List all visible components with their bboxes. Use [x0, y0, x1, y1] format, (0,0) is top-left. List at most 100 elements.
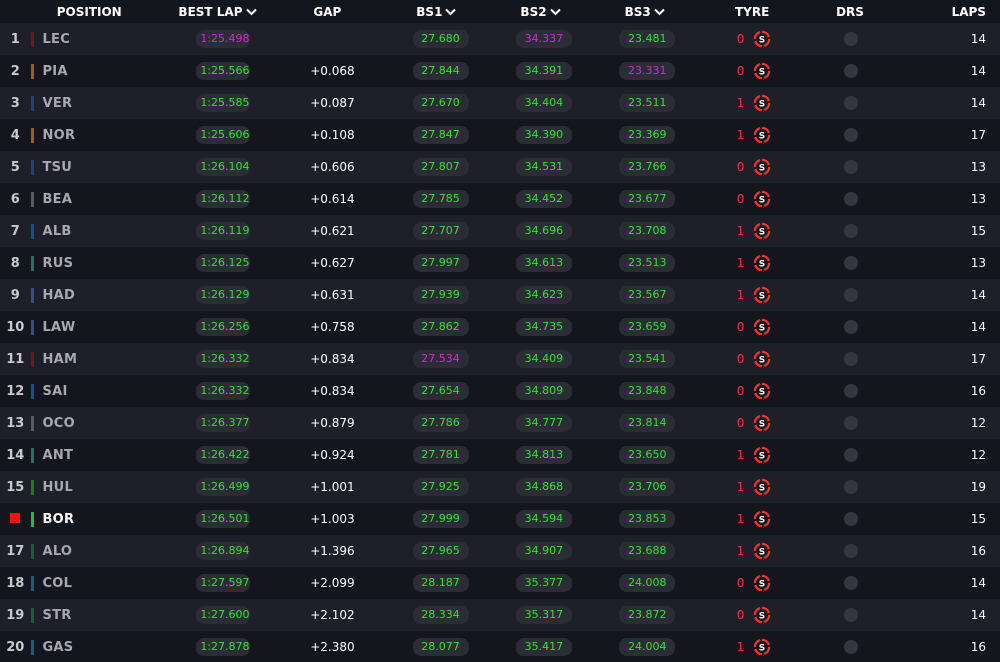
- drs-indicator-icon: [844, 64, 859, 78]
- header-bs2[interactable]: BS2: [488, 5, 592, 19]
- table-row[interactable]: 4 NOR 1:25.606 +0.108 27.847 34.390 23.369 1 S 17: [0, 119, 1000, 151]
- header-best-lap-label: BEST LAP: [178, 4, 243, 19]
- tyre-cell: 0S: [699, 606, 809, 624]
- soft-tyre-icon: S: [753, 94, 771, 112]
- header-laps[interactable]: LAPS: [892, 5, 1000, 19]
- team-color-bar: [30, 223, 35, 239]
- laps-value: 19: [970, 480, 986, 494]
- best-lap-time: 1:26.256: [196, 318, 251, 336]
- best-lap-cell: 1:26.501: [171, 510, 276, 528]
- header-best-lap[interactable]: BEST LAP: [164, 5, 270, 19]
- table-row[interactable]: 18 COL 1:27.597 +2.099 28.187 35.377 24.008 0 S 1…: [0, 567, 1000, 599]
- header-gap[interactable]: GAP: [271, 5, 385, 19]
- table-row[interactable]: 15 HUL 1:26.499 +1.001 27.925 34.868 23.706 1 S 1…: [0, 471, 1000, 503]
- laps-value: 13: [970, 256, 986, 270]
- table-row[interactable]: 12 SAI 1:26.332 +0.834 27.654 34.809 23.848 0 S 1…: [0, 375, 1000, 407]
- table-row[interactable]: 19 STR 1:27.600 +2.102 28.334 35.317 23.872 0 S 1…: [0, 599, 1000, 631]
- table-row[interactable]: 5 TSU 1:26.104 +0.606 27.807 34.531 23.766 0 S 13: [0, 151, 1000, 183]
- table-row[interactable]: 13 OCO 1:26.377 +0.879 27.786 34.777 23.814 0 S 1…: [0, 407, 1000, 439]
- bs3-cell: 23.688: [596, 542, 699, 560]
- team-color-bar: [30, 639, 35, 655]
- laps-value: 14: [970, 96, 986, 110]
- team-color-bar: [30, 191, 35, 207]
- bs3-time: 24.004: [619, 638, 676, 656]
- tyre-cell: 0S: [699, 318, 809, 336]
- tyre-cell: 1S: [699, 446, 809, 464]
- tyre-age: 0: [736, 32, 745, 46]
- drs-indicator-icon: [844, 576, 859, 590]
- table-row[interactable]: 11 HAM 1:26.332 +0.834 27.534 34.409 23.541 0 S 1…: [0, 343, 1000, 375]
- driver-code: HAD: [42, 287, 76, 303]
- drs-indicator-icon: [844, 224, 859, 238]
- svg-text:S: S: [759, 643, 765, 653]
- table-row[interactable]: 10 LAW 1:26.256 +0.758 27.862 34.735 23.659 0 S 1…: [0, 311, 1000, 343]
- svg-text:S: S: [759, 419, 765, 429]
- team-color-bar: [30, 127, 35, 143]
- bs1-time: 27.785: [412, 190, 469, 208]
- bs1-cell: 28.077: [389, 638, 492, 656]
- table-row[interactable]: 6 BEA 1:26.112 +0.614 27.785 34.452 23.677 0 S 13: [0, 183, 1000, 215]
- table-row[interactable]: 9 HAD 1:26.129 +0.631 27.939 34.623 23.567 1 S 14: [0, 279, 1000, 311]
- table-row[interactable]: 17 ALO 1:26.894 +1.396 27.965 34.907 23.688 1 S 1…: [0, 535, 1000, 567]
- gap-value: +2.380: [310, 640, 355, 654]
- team-color-bar: [30, 543, 35, 559]
- team-color-bar: [30, 351, 35, 367]
- bs3-time: 23.331: [619, 62, 676, 80]
- header-tyre[interactable]: TYRE: [697, 5, 808, 19]
- bs3-cell: 23.848: [596, 382, 699, 400]
- best-lap-cell: 1:26.125: [171, 254, 276, 272]
- bs2-time: 34.531: [515, 158, 572, 176]
- table-row[interactable]: 2 PIA 1:25.566 +0.068 27.844 34.391 23.331 0 S 14: [0, 55, 1000, 87]
- best-lap-cell: 1:27.878: [171, 638, 276, 656]
- table-row[interactable]: 1 LEC 1:25.498 27.680 34.337 23.481 0 S 14: [0, 23, 1000, 55]
- table-row[interactable]: 7 ALB 1:26.119 +0.621 27.707 34.696 23.708 1 S 15: [0, 215, 1000, 247]
- gap-value: +1.396: [310, 544, 355, 558]
- bs2-cell: 34.594: [492, 510, 595, 528]
- table-row[interactable]: 8 RUS 1:26.125 +0.627 27.997 34.613 23.513 1 S 13: [0, 247, 1000, 279]
- bs2-time: 35.417: [515, 638, 572, 656]
- tyre-cell: 1S: [699, 478, 809, 496]
- bs1-cell: 27.781: [389, 446, 492, 464]
- header-position[interactable]: POSITION: [0, 5, 164, 19]
- table-row[interactable]: 3 VER 1:25.585 +0.087 27.670 34.404 23.511 1 S 14: [0, 87, 1000, 119]
- driver-code: VER: [42, 95, 73, 111]
- table-row[interactable]: BOR 1:26.501 +1.003 27.999 34.594 23.853 1 S 15: [0, 503, 1000, 535]
- bs3-time: 23.567: [619, 286, 676, 304]
- position-number: 18: [6, 575, 25, 591]
- best-lap-cell: 1:26.112: [171, 190, 276, 208]
- drs-indicator-icon: [844, 384, 859, 398]
- best-lap-time: 1:27.600: [196, 606, 251, 624]
- team-color-bar: [30, 319, 35, 335]
- soft-tyre-icon: S: [753, 446, 771, 464]
- bs2-time: 34.337: [515, 30, 572, 48]
- tyre-cell: 1S: [699, 542, 809, 560]
- bs3-cell: 23.511: [596, 94, 699, 112]
- svg-text:S: S: [759, 35, 765, 45]
- header-bs3[interactable]: BS3: [593, 5, 697, 19]
- tyre-cell: 1S: [699, 222, 809, 240]
- table-row[interactable]: 14 ANT 1:26.422 +0.924 27.781 34.813 23.650 1 S 1…: [0, 439, 1000, 471]
- soft-tyre-icon: S: [753, 254, 771, 272]
- table-row[interactable]: 20 GAS 1:27.878 +2.380 28.077 35.417 24.004 1 S 1…: [0, 631, 1000, 662]
- best-lap-cell: 1:27.600: [171, 606, 276, 624]
- bs3-time: 23.511: [619, 94, 676, 112]
- bs3-cell: 23.513: [596, 254, 699, 272]
- bs1-time: 28.334: [412, 606, 469, 624]
- header-drs[interactable]: DRS: [808, 5, 893, 19]
- bs3-cell: 23.369: [596, 126, 699, 144]
- drs-cell: [809, 512, 893, 526]
- laps-value: 14: [970, 288, 986, 302]
- bs3-cell: 24.008: [596, 574, 699, 592]
- bs2-cell: 34.404: [492, 94, 595, 112]
- bs1-time: 27.781: [412, 446, 469, 464]
- bs2-cell: 34.696: [492, 222, 595, 240]
- header-bs1[interactable]: BS1: [384, 5, 488, 19]
- bs2-cell: 34.868: [492, 478, 595, 496]
- bs2-cell: 34.613: [492, 254, 595, 272]
- best-lap-cell: 1:26.377: [171, 414, 276, 432]
- bs1-cell: 28.187: [389, 574, 492, 592]
- best-lap-time: 1:26.501: [196, 510, 251, 528]
- bs3-cell: 23.872: [596, 606, 699, 624]
- bs2-cell: 34.452: [492, 190, 595, 208]
- best-lap-cell: 1:25.606: [171, 126, 276, 144]
